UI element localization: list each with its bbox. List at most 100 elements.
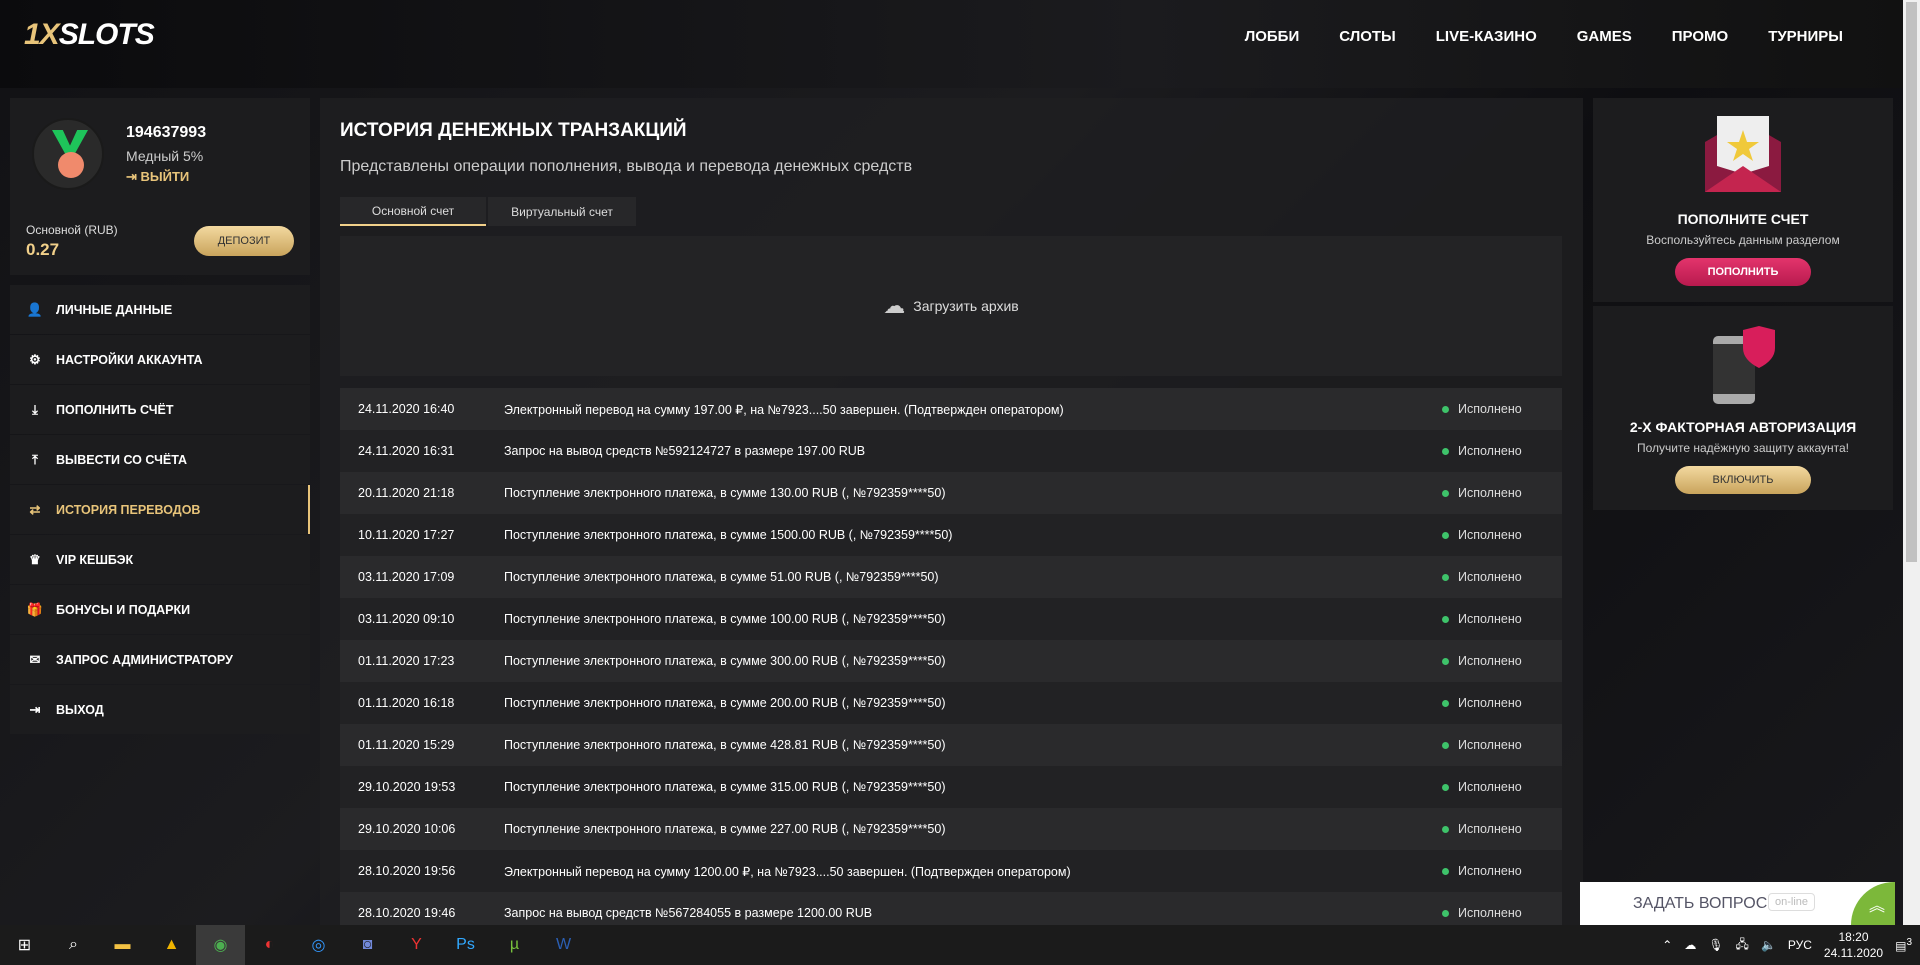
transaction-description: Запрос на вывод средств №592124727 в раз… [504, 444, 866, 458]
transactions-list: 24.11.2020 16:40 Электронный перевод на с… [340, 388, 1562, 934]
transaction-row: 24.11.2020 16:40 Электронный перевод на с… [340, 388, 1562, 430]
notifications-icon[interactable]: ▤3 [1895, 937, 1912, 953]
clock[interactable]: 18:20 24.11.2020 [1824, 929, 1883, 961]
transaction-description: Поступление электронного платежа, в сумм… [504, 738, 946, 752]
transaction-status: Исполнено [1442, 570, 1562, 584]
clock-time: 18:20 [1838, 930, 1869, 944]
menu-item-5[interactable]: ♛ VIP КЕШБЭК [10, 535, 310, 584]
transaction-status: Исполнено [1442, 528, 1562, 542]
yandex-browser-icon[interactable]: Y [392, 925, 441, 965]
transaction-date: 01.11.2020 16:18 [358, 696, 455, 710]
transaction-description: Поступление электронного платежа, в сумм… [504, 486, 946, 500]
status-label: Исполнено [1458, 738, 1522, 752]
transaction-row: 29.10.2020 19:53 Поступление электронного… [340, 766, 1562, 808]
download-archive-button[interactable]: ☁ Загрузить архив [340, 236, 1562, 376]
menu-item-label: ВЫХОД [56, 702, 104, 717]
balance-label: Основной (RUB) [26, 223, 118, 237]
chevron-up-icon[interactable]: ⌃ [1662, 938, 1672, 952]
ask-question-label: ЗАДАТЬ ВОПРОС [1633, 895, 1768, 912]
app-icon[interactable]: ◎ [294, 925, 343, 965]
main-panel: ИСТОРИЯ ДЕНЕЖНЫХ ТРАНЗАКЦИЙ Представлены… [320, 98, 1583, 934]
gift-icon: 🎁 [26, 601, 44, 617]
system-tray: ⌃ ☁ 🎙 🖧 🔈 РУС 18:20 24.11.2020 ▤3 [1662, 925, 1912, 965]
envelope-icon: ✉ [29, 651, 41, 667]
transaction-date: 01.11.2020 15:29 [358, 738, 455, 752]
medal-avatar-icon [32, 118, 104, 190]
status-dot-icon [1442, 489, 1449, 497]
status-dot-icon [1442, 573, 1449, 581]
discord-icon[interactable]: ◙ [343, 925, 392, 965]
app-icon[interactable]: ▲ [147, 925, 196, 965]
topup-card: ПОПОЛНИТЕ СЧЕТ Воспользуйтесь данным раз… [1593, 98, 1893, 302]
menu-item-label: БОНУСЫ И ПОДАРКИ [56, 602, 191, 617]
transaction-description: Поступление электронного платежа, в сумм… [504, 696, 946, 710]
microphone-icon[interactable]: 🎙 [1708, 938, 1723, 952]
two-factor-title: 2-Х ФАКТОРНАЯ АВТОРИЗАЦИЯ [1629, 419, 1857, 435]
deposit-button[interactable]: ДЕПОЗИТ [194, 226, 294, 256]
cloud-download-icon: ☁ [883, 293, 906, 318]
download-archive-label: Загрузить архив [913, 298, 1019, 314]
two-factor-card: 2-Х ФАКТОРНАЯ АВТОРИЗАЦИЯ Получите надёж… [1593, 306, 1893, 510]
photoshop-icon[interactable]: Ps [441, 925, 490, 965]
menu-item-label: ИСТОРИЯ ПЕРЕВОДОВ [56, 502, 201, 517]
account-tabs: Основной счет Виртуальный счет [340, 197, 636, 226]
user-rank: Медный 5% [126, 148, 204, 164]
sign-out-icon: ⇥ [29, 701, 41, 717]
status-dot-icon [1442, 741, 1449, 749]
logout-link[interactable]: ⇥ ВЫЙТИ [126, 169, 189, 185]
nav-promo[interactable]: ПРОМО [1672, 28, 1728, 45]
logo[interactable]: 1XSLOTS [24, 18, 155, 52]
status-dot-icon [1442, 405, 1449, 413]
online-badge: on-line [1768, 893, 1816, 911]
transaction-date: 28.10.2020 19:46 [358, 906, 456, 920]
word-icon[interactable]: W [539, 925, 588, 965]
menu-item-label: ЗАПРОС АДМИНИСТРАТОРУ [56, 652, 233, 667]
transaction-description: Поступление электронного платежа, в сумм… [504, 612, 946, 626]
menu-item-6[interactable]: 🎁 БОНУСЫ И ПОДАРКИ [10, 585, 310, 634]
file-explorer-icon[interactable]: ▬ [98, 925, 147, 965]
menu-item-label: ЛИЧНЫЕ ДАННЫЕ [56, 302, 173, 317]
menu-item-4[interactable]: ⇄ ИСТОРИЯ ПЕРЕВОДОВ [10, 485, 310, 534]
search-icon[interactable]: ⌕ [49, 925, 98, 965]
utorrent-icon[interactable]: µ [490, 925, 539, 965]
transaction-status: Исполнено [1442, 780, 1562, 794]
chrome-icon[interactable]: ◉ [196, 925, 245, 965]
topup-button[interactable]: ПОПОЛНИТЬ [1675, 258, 1811, 286]
menu-item-3[interactable]: ⤒ ВЫВЕСТИ СО СЧЁТА [10, 435, 310, 484]
nav-slots[interactable]: СЛОТЫ [1339, 28, 1396, 45]
chevrons-up-icon[interactable]: ︽ [1851, 882, 1895, 925]
nav-tournaments[interactable]: ТУРНИРЫ [1768, 28, 1843, 45]
scrollbar-thumb[interactable] [1906, 2, 1917, 562]
page-scrollbar[interactable] [1903, 0, 1920, 925]
network-icon[interactable]: 🖧 [1736, 935, 1749, 956]
menu-item-1[interactable]: ⚙ НАСТРОЙКИ АККАУНТА [10, 335, 310, 384]
nav-games[interactable]: GAMES [1577, 28, 1632, 45]
windows-start-icon[interactable]: ⊞ [0, 925, 49, 965]
volume-icon[interactable]: 🔈 [1761, 938, 1776, 952]
enable-two-factor-button[interactable]: ВКЛЮЧИТЬ [1675, 466, 1811, 494]
transaction-status: Исполнено [1442, 822, 1562, 836]
menu-item-2[interactable]: ⤓ ПОПОЛНИТЬ СЧЁТ [10, 385, 310, 434]
language-indicator[interactable]: РУС [1788, 938, 1812, 952]
transaction-row: 10.11.2020 17:27 Поступление электронного… [340, 514, 1562, 556]
envelope-star-icon [1705, 116, 1781, 192]
tab-virtual-account[interactable]: Виртуальный счет [488, 197, 636, 226]
browser-icon[interactable]: ◐ [245, 925, 294, 965]
cloud-icon[interactable]: ☁ [1684, 938, 1696, 952]
menu-item-7[interactable]: ✉ ЗАПРОС АДМИНИСТРАТОРУ [10, 635, 310, 684]
status-label: Исполнено [1458, 696, 1522, 710]
ask-question-widget[interactable]: ЗАДАТЬ ВОПРОС on-line ︽ [1580, 882, 1895, 925]
transaction-row: 24.11.2020 16:31 Запрос на вывод средств … [340, 430, 1562, 472]
transaction-row: 01.11.2020 17:23 Поступление электронного… [340, 640, 1562, 682]
tab-main-account[interactable]: Основной счет [340, 197, 486, 226]
nav-live-casino[interactable]: LIVE-КАЗИНО [1436, 28, 1537, 45]
menu-item-0[interactable]: 👤 ЛИЧНЫЕ ДАННЫЕ [10, 285, 310, 334]
transaction-date: 01.11.2020 17:23 [358, 654, 455, 668]
transaction-description: Поступление электронного платежа, в сумм… [504, 570, 939, 584]
menu-item-8[interactable]: ⇥ ВЫХОД [10, 685, 310, 734]
status-label: Исполнено [1458, 654, 1522, 668]
nav-lobby[interactable]: ЛОББИ [1245, 28, 1300, 45]
status-dot-icon [1442, 783, 1449, 791]
status-label: Исполнено [1458, 444, 1522, 458]
status-dot-icon [1442, 657, 1449, 665]
